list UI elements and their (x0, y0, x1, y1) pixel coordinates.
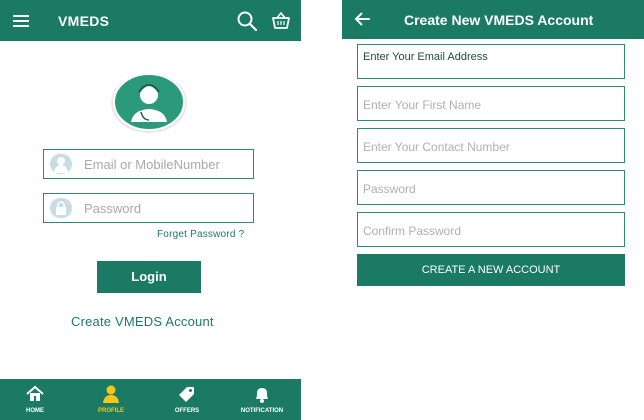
confirm-password-placeholder: Confirm Password (363, 224, 462, 238)
menu-icon[interactable] (13, 15, 29, 27)
nav-home[interactable]: HOME (10, 379, 60, 420)
email-address-placeholder: Enter Your Email Address (363, 51, 488, 63)
register-password-field[interactable]: Password (357, 170, 625, 205)
contact-number-placeholder: Enter Your Contact Number (363, 140, 510, 154)
first-name-placeholder: Enter Your First Name (363, 98, 482, 112)
nav-offers-label: OFFERS (174, 408, 200, 414)
profile-icon (103, 385, 119, 403)
register-screen: Create New VMEDS Account Enter Your Emai… (342, 0, 644, 420)
basket-icon[interactable] (270, 10, 292, 32)
lock-icon (50, 198, 72, 218)
top-app-bar: VMEDS (0, 0, 301, 41)
search-icon[interactable] (236, 10, 258, 32)
bell-icon (256, 388, 268, 403)
forgot-password-link[interactable]: Forget Password ? (157, 229, 244, 240)
screen-divider (301, 0, 342, 420)
home-icon (26, 385, 44, 401)
user-icon (50, 154, 72, 174)
app-title: VMEDS (58, 13, 110, 29)
nav-offers[interactable]: OFFERS (162, 379, 212, 420)
login-screen: VMEDS Email or MobileNumber Password For… (0, 0, 301, 420)
confirm-password-field[interactable]: Confirm Password (357, 212, 625, 247)
register-password-placeholder: Password (363, 182, 416, 196)
back-arrow-icon[interactable] (354, 11, 372, 27)
password-placeholder: Password (84, 201, 142, 216)
nav-notification-label: NOTIFICATION (240, 408, 284, 414)
create-account-link[interactable]: Create VMEDS Account (71, 314, 214, 329)
doctor-avatar-icon (111, 73, 187, 133)
contact-number-field[interactable]: Enter Your Contact Number (357, 128, 625, 163)
email-field[interactable]: Email or MobileNumber (43, 149, 254, 179)
login-button[interactable]: Login (97, 261, 201, 293)
nav-profile-label: PROFILE (97, 408, 124, 414)
create-account-button[interactable]: CREATE A NEW ACCOUNT (357, 254, 625, 286)
email-address-field[interactable]: Enter Your Email Address (357, 44, 625, 79)
email-placeholder: Email or MobileNumber (84, 157, 220, 172)
register-top-bar: Create New VMEDS Account (342, 0, 644, 39)
register-title: Create New VMEDS Account (404, 12, 594, 28)
nav-notification[interactable]: NOTIFICATION (233, 379, 291, 420)
password-field[interactable]: Password (43, 193, 254, 223)
offers-tag-icon (179, 387, 194, 402)
nav-home-label: HOME (26, 408, 44, 414)
first-name-field[interactable]: Enter Your First Name (357, 86, 625, 121)
bottom-navigation: HOME PROFILE OFFERS NOTIFICATION (0, 379, 301, 420)
nav-profile[interactable]: PROFILE (86, 379, 136, 420)
